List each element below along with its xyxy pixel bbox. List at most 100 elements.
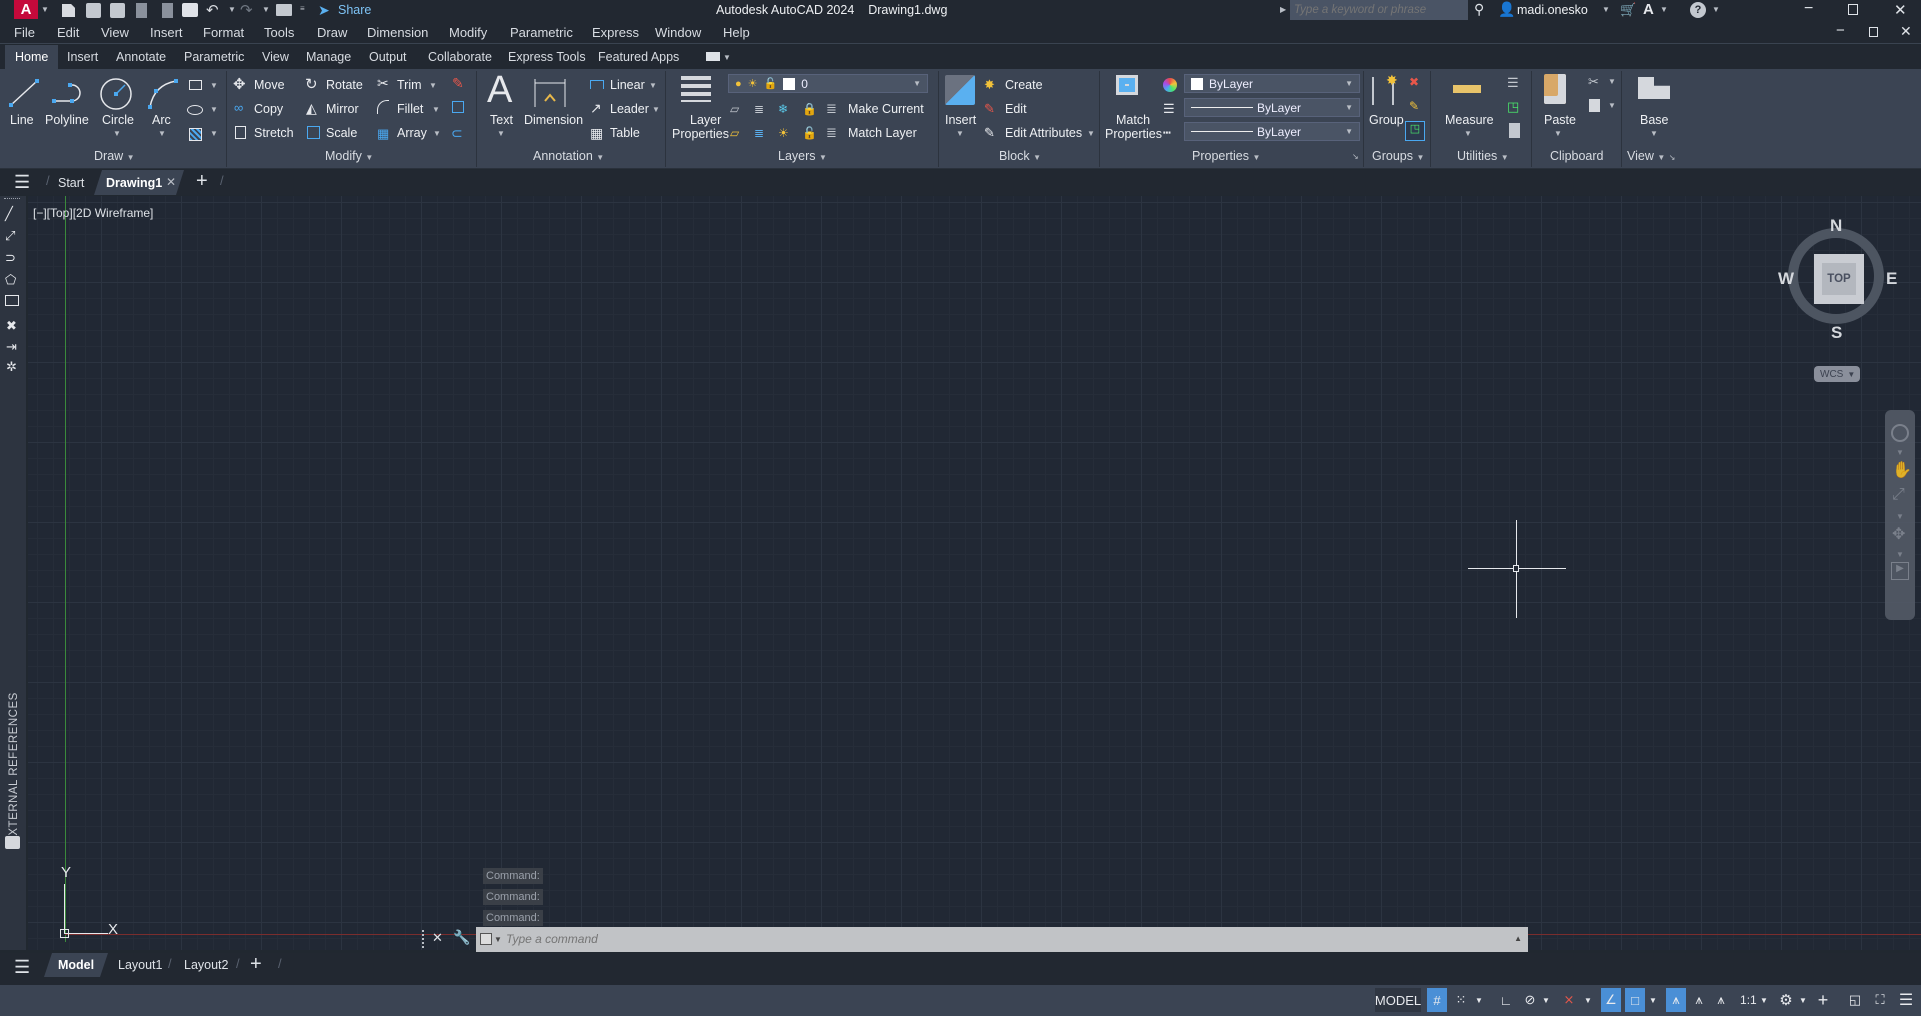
layer-unlock-all-icon[interactable]: 🔓 xyxy=(802,126,817,140)
layer-dropdown-chevron-icon[interactable]: ▼ xyxy=(913,79,921,88)
quick-select-icon[interactable]: ☰ xyxy=(1507,75,1519,91)
doc-restore-button[interactable] xyxy=(1869,27,1878,37)
layer-properties-label-1[interactable]: Layer xyxy=(690,113,721,127)
edit-attributes-button[interactable]: Edit Attributes xyxy=(1005,126,1082,140)
array-button[interactable]: Array xyxy=(397,126,427,140)
edit-block-button[interactable]: Edit xyxy=(1005,102,1027,116)
trim-dropdown-icon[interactable]: ▼ xyxy=(429,81,437,90)
polyline-icon[interactable] xyxy=(50,81,86,107)
close-tab-icon[interactable]: ✕ xyxy=(166,175,176,189)
line-tool-icon[interactable]: ╱ xyxy=(5,206,13,222)
steering-wheel-dropdown-icon[interactable]: ▼ xyxy=(1896,448,1904,457)
arc-dropdown-icon[interactable]: ▼ xyxy=(158,129,166,138)
user-dropdown-icon[interactable]: ▼ xyxy=(1602,5,1610,14)
layout-tab-layout1[interactable]: Layout1 xyxy=(118,958,162,972)
layer-unlock-icon[interactable]: 🔓 xyxy=(764,77,778,90)
doc-close-button[interactable]: ✕ xyxy=(1900,23,1912,40)
help-dropdown-icon[interactable]: ▼ xyxy=(1712,5,1720,14)
fillet-dropdown-icon[interactable]: ▼ xyxy=(432,105,440,114)
edit-attributes-dropdown-icon[interactable]: ▼ xyxy=(1087,129,1095,138)
model-space-button[interactable]: MODEL xyxy=(1375,988,1421,1012)
circle-icon[interactable] xyxy=(99,77,133,111)
layout-tab-layout2[interactable]: Layout2 xyxy=(184,958,228,972)
leader-button[interactable]: Leader xyxy=(610,102,649,116)
linear-button[interactable]: Linear xyxy=(610,78,645,92)
app-close-button[interactable]: ✕ xyxy=(1894,1,1907,19)
showmotion-icon[interactable]: ▶ xyxy=(1891,562,1909,580)
lineweight-dropdown[interactable]: ByLayer ▼ xyxy=(1184,98,1360,117)
block-panel-title[interactable]: Block ▼ xyxy=(999,149,1041,163)
command-line-grip-icon[interactable] xyxy=(422,930,425,948)
linetype-dropdown[interactable]: ByLayer ▼ xyxy=(1184,122,1360,141)
polygon-tool-icon[interactable]: ⬠ xyxy=(5,272,16,288)
command-line-close-icon[interactable]: ✕ xyxy=(432,930,443,946)
search-input[interactable] xyxy=(1290,0,1468,20)
share-button[interactable]: Share xyxy=(338,3,371,17)
undo-icon[interactable]: ↶ xyxy=(206,1,219,19)
color-dropdown-chevron-icon[interactable]: ▼ xyxy=(1345,79,1353,88)
command-input[interactable] xyxy=(506,929,1496,949)
zoom-dropdown-icon[interactable]: ▼ xyxy=(1896,512,1904,521)
search-icon[interactable]: ⚲ xyxy=(1474,1,1484,18)
line-button[interactable]: Line xyxy=(10,113,34,127)
measure-button[interactable]: Measure xyxy=(1445,113,1494,127)
stretch-button[interactable]: Stretch xyxy=(254,126,294,140)
annotation-scale-dropdown[interactable]: 1:1 ▼ xyxy=(1737,988,1771,1012)
viewcube[interactable]: TOP N S E W xyxy=(1776,216,1897,356)
layer-freeze-icon[interactable]: ❄ xyxy=(778,102,788,116)
paste-dropdown-icon[interactable]: ▼ xyxy=(1554,129,1562,138)
workspace-dropdown-icon[interactable]: ▼ xyxy=(1798,988,1808,1012)
steering-wheel-icon[interactable] xyxy=(1891,424,1909,442)
create-block-button[interactable]: Create xyxy=(1005,78,1043,92)
orbit-icon[interactable]: ✥ xyxy=(1892,524,1905,544)
object-snap-toggle[interactable]: □ xyxy=(1625,988,1645,1012)
doc-minimize-button[interactable]: − xyxy=(1836,22,1845,39)
customize-qat-icon[interactable]: ≡ xyxy=(300,4,305,13)
menu-edit[interactable]: Edit xyxy=(57,25,79,40)
layer-isolate-icon[interactable]: ≣ xyxy=(754,102,764,116)
annotation-monitor-button[interactable]: + xyxy=(1814,988,1832,1012)
cut-dropdown-icon[interactable]: ▼ xyxy=(1608,77,1616,86)
menu-parametric[interactable]: Parametric xyxy=(510,25,573,40)
properties-panel-expand-icon[interactable]: ▼ xyxy=(1252,153,1260,162)
clipboard-panel-title[interactable]: Clipboard xyxy=(1550,149,1604,163)
layout-tab-model[interactable]: Model xyxy=(44,953,108,977)
orbit-dropdown-icon[interactable]: ▼ xyxy=(1896,550,1904,559)
group-button[interactable]: Group xyxy=(1369,113,1404,127)
ucs-icon[interactable]: Y X xyxy=(44,864,118,938)
base-dropdown-icon[interactable]: ▼ xyxy=(1650,129,1658,138)
linetype-dropdown-chevron-icon[interactable]: ▼ xyxy=(1345,127,1353,136)
rectangle-tool-icon[interactable] xyxy=(5,295,19,306)
layer-thaw-all-icon[interactable]: ☀ xyxy=(778,126,789,140)
ortho-mode-toggle[interactable]: ∟ xyxy=(1497,988,1515,1012)
color-dropdown[interactable]: ByLayer ▼ xyxy=(1184,74,1360,93)
clipboard-palette-icon[interactable] xyxy=(5,836,20,849)
ribbon-options-dropdown-icon[interactable]: ▼ xyxy=(723,53,731,62)
workspace-switching-button[interactable]: ⚙ xyxy=(1776,988,1796,1012)
object-snap-dropdown-icon[interactable]: ▼ xyxy=(1648,988,1658,1012)
undo-dropdown-icon[interactable]: ▼ xyxy=(228,5,236,14)
ribbon-minimize-icon[interactable] xyxy=(706,52,720,61)
leader-dropdown-icon[interactable]: ▼ xyxy=(652,105,660,114)
recent-commands-dropdown-icon[interactable]: ▼ xyxy=(494,935,502,944)
user-icon[interactable]: 👤 xyxy=(1498,1,1515,18)
app-restore-button[interactable] xyxy=(1848,4,1858,15)
snap-mode-dropdown-icon[interactable]: ▼ xyxy=(1474,988,1484,1012)
file-tab-drawing1[interactable]: Drawing1 ✕ xyxy=(94,170,184,195)
menu-modify[interactable]: Modify xyxy=(449,25,487,40)
menu-format[interactable]: Format xyxy=(203,25,244,40)
file-tabs-menu-icon[interactable]: ☰ xyxy=(14,172,30,193)
lineweight-dropdown-chevron-icon[interactable]: ▼ xyxy=(1345,103,1353,112)
username-label[interactable]: madi.onesko xyxy=(1517,3,1588,17)
groups-panel-title[interactable]: Groups ▼ xyxy=(1372,149,1424,163)
erase-icon[interactable]: ✎ xyxy=(452,75,464,92)
tab-parametric[interactable]: Parametric xyxy=(184,50,244,64)
insert-button[interactable]: Insert xyxy=(945,113,976,127)
file-tab-start[interactable]: Start xyxy=(58,176,84,190)
dimension-button[interactable]: Dimension xyxy=(524,113,583,127)
move-button[interactable]: Move xyxy=(254,78,285,92)
snap-mode-toggle[interactable]: ⁙ xyxy=(1451,988,1471,1012)
layer-on-icon[interactable]: ● xyxy=(735,78,742,90)
search-expand-icon[interactable]: ▶ xyxy=(1280,5,1286,14)
scale-button[interactable]: Scale xyxy=(326,126,357,140)
